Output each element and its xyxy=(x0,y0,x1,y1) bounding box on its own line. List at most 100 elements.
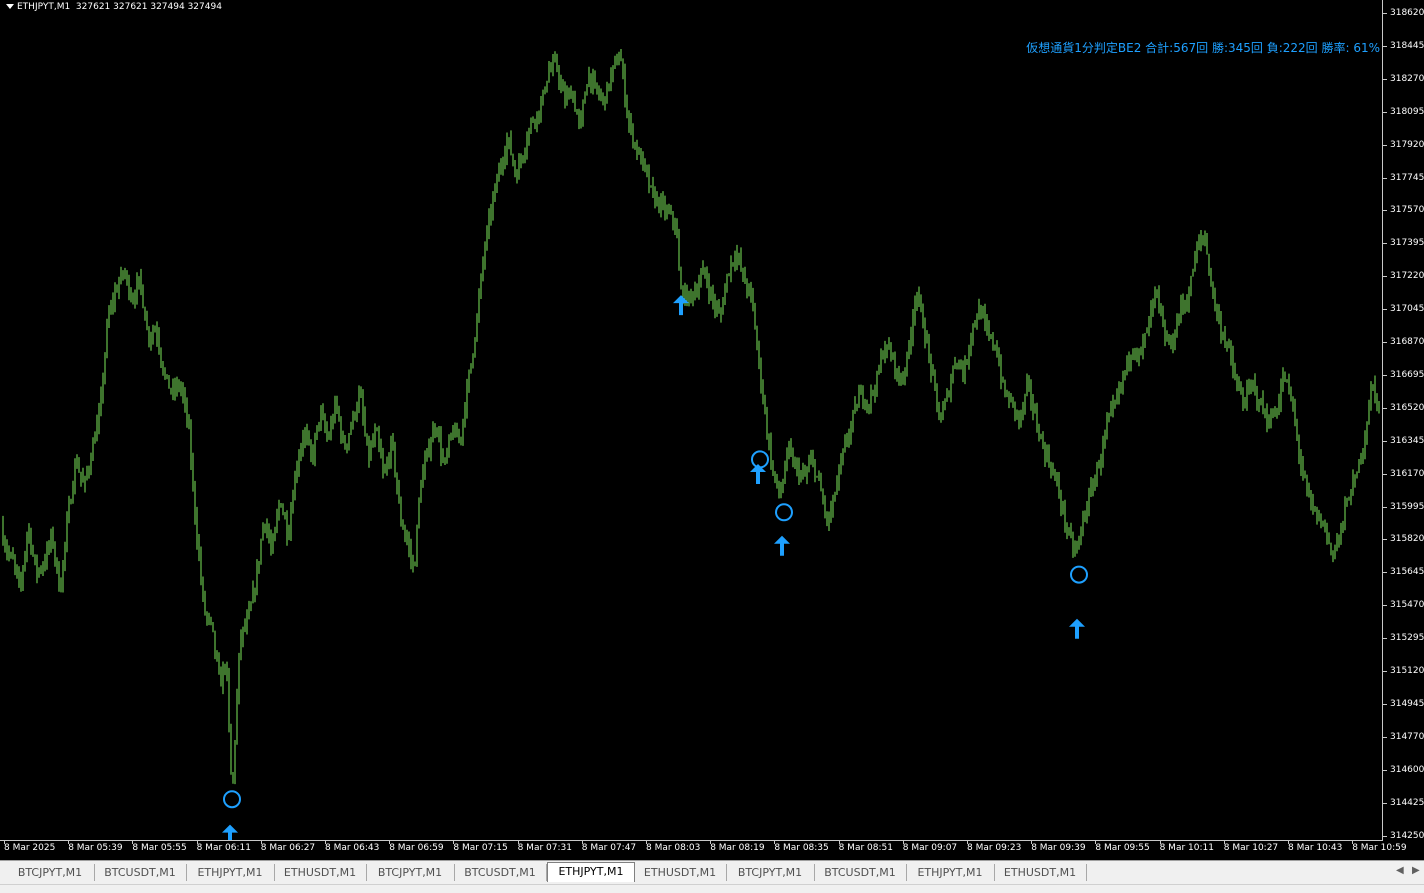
price-label: 318270 xyxy=(1390,73,1424,84)
tab-scroll-right-icon[interactable]: ▶ xyxy=(1412,865,1420,876)
price-label: 315820 xyxy=(1390,534,1424,545)
buy-signal-marker[interactable] xyxy=(1069,565,1088,639)
time-label: 8 Mar 08:19 xyxy=(710,843,765,853)
time-label: 8 Mar 06:43 xyxy=(325,843,380,853)
price-label: 314945 xyxy=(1390,698,1424,709)
chart-tab[interactable]: ETHUSDT,M1 xyxy=(634,864,727,881)
price-tick xyxy=(1383,769,1387,771)
price-label: 318445 xyxy=(1390,40,1424,51)
price-label: 316345 xyxy=(1390,435,1424,446)
ohlc-values: 327621 327621 327494 327494 xyxy=(75,2,222,12)
time-label: 8 Mar 09:55 xyxy=(1095,843,1150,853)
price-tick xyxy=(1383,835,1387,837)
price-label: 314250 xyxy=(1390,830,1424,841)
price-chart[interactable] xyxy=(0,0,1383,840)
time-label: 8 Mar 06:11 xyxy=(196,843,251,853)
price-label: 316695 xyxy=(1390,369,1424,380)
price-tick xyxy=(1383,243,1387,245)
price-label: 314770 xyxy=(1390,731,1424,742)
price-label: 317920 xyxy=(1390,139,1424,150)
price-label: 315120 xyxy=(1390,666,1424,676)
price-tick xyxy=(1383,210,1387,212)
symbol-header[interactable]: ETHJPYT,M1 327621 327621 327494 327494 xyxy=(6,2,222,12)
time-label: 8 Mar 05:55 xyxy=(132,843,187,853)
chart-window[interactable]: ETHJPYT,M1 327621 327621 327494 327494 仮… xyxy=(0,0,1424,860)
time-label: 8 Mar 07:47 xyxy=(581,843,637,853)
chart-tab[interactable]: ETHJPYT,M1 xyxy=(186,864,275,881)
buy-arrow-icon xyxy=(774,535,790,556)
signal-circle-icon xyxy=(751,450,769,469)
time-label: 8 Mar 07:31 xyxy=(517,843,572,853)
chart-tab-bar: BTCJPYT,M1 BTCUSDT,M1 ETHJPYT,M1 ETHUSDT,M1… xyxy=(0,860,1424,885)
dropdown-arrow-icon[interactable] xyxy=(6,4,14,9)
price-label: 317570 xyxy=(1390,205,1424,216)
time-label: 8 Mar 09:23 xyxy=(967,843,1022,853)
price-tick xyxy=(1383,407,1387,409)
time-label: 8 Mar 08:03 xyxy=(646,843,701,853)
signal-circle-icon xyxy=(1070,565,1088,584)
price-tick xyxy=(1383,111,1387,113)
time-label: 8 Mar 2025 xyxy=(4,843,56,853)
price-tick xyxy=(1383,802,1387,804)
symbol-name: ETHJPYT,M1 xyxy=(17,2,71,12)
price-tick xyxy=(1383,539,1387,541)
price-tick xyxy=(1383,506,1387,508)
price-label: 316520 xyxy=(1390,402,1424,413)
price-tick xyxy=(1383,144,1387,146)
price-label: 315645 xyxy=(1390,567,1424,578)
time-label: 8 Mar 08:51 xyxy=(838,843,893,853)
price-tick xyxy=(1383,45,1387,47)
chart-tab[interactable]: BTCUSDT,M1 xyxy=(94,864,187,881)
chart-tab[interactable]: BTCUSDT,M1 xyxy=(814,864,907,881)
price-tick xyxy=(1383,276,1387,278)
indicator-stats-text: 仮想通貨1分判定BE2 合計:567回 勝:345回 負:222回 勝率: 61… xyxy=(1026,41,1380,55)
time-label: 8 Mar 10:59 xyxy=(1352,843,1407,853)
chart-tab[interactable]: ETHJPYT,M1 xyxy=(906,864,995,881)
chart-tab[interactable]: BTCJPYT,M1 xyxy=(366,864,455,881)
price-tick xyxy=(1383,13,1387,14)
time-label: 8 Mar 10:43 xyxy=(1288,843,1343,853)
price-label: 317045 xyxy=(1390,304,1424,315)
time-label: 8 Mar 06:27 xyxy=(260,843,316,853)
chart-tab[interactable]: BTCJPYT,M1 xyxy=(6,864,95,881)
price-tick xyxy=(1383,671,1387,672)
chart-tab[interactable]: ETHUSDT,M1 xyxy=(994,864,1087,881)
price-label: 314600 xyxy=(1390,764,1424,775)
time-label: 8 Mar 06:59 xyxy=(389,843,444,853)
price-tick xyxy=(1383,374,1387,376)
time-label: 8 Mar 07:15 xyxy=(453,843,508,853)
price-axis-divider xyxy=(1382,0,1383,840)
buy-signal-marker[interactable] xyxy=(774,503,793,556)
time-label: 8 Mar 10:27 xyxy=(1223,843,1279,853)
price-label: 315470 xyxy=(1390,600,1424,611)
price-tick xyxy=(1383,703,1387,705)
price-tick xyxy=(1383,473,1387,475)
price-tick xyxy=(1383,605,1387,607)
price-label: 317395 xyxy=(1390,238,1424,249)
price-tick xyxy=(1383,342,1387,343)
chart-tab[interactable]: ETHUSDT,M1 xyxy=(274,864,367,881)
time-label: 8 Mar 08:35 xyxy=(774,843,829,853)
price-tick xyxy=(1383,736,1387,738)
price-label: 316870 xyxy=(1390,337,1424,347)
price-label: 318620 xyxy=(1390,8,1424,18)
buy-signal-marker[interactable] xyxy=(750,450,769,484)
buy-signal-marker[interactable] xyxy=(222,790,241,840)
price-label: 315295 xyxy=(1390,633,1424,644)
buy-arrow-icon xyxy=(222,824,238,840)
price-label: 316170 xyxy=(1390,468,1424,479)
time-axis-divider xyxy=(0,840,1383,841)
price-label: 317745 xyxy=(1390,172,1424,183)
chart-tab[interactable]: BTCUSDT,M1 xyxy=(454,864,547,881)
price-label: 314425 xyxy=(1390,797,1424,808)
chart-tab[interactable]: BTCJPYT,M1 xyxy=(726,864,815,881)
chart-tab[interactable]: ETHJPYT,M1 xyxy=(547,862,635,882)
signal-circle-icon xyxy=(775,503,793,522)
tab-scroll-left-icon[interactable]: ◀ xyxy=(1396,865,1404,876)
price-label: 317220 xyxy=(1390,271,1424,282)
price-tick xyxy=(1383,309,1387,311)
price-tick xyxy=(1383,638,1387,640)
price-tick xyxy=(1383,78,1387,80)
time-label: 8 Mar 09:39 xyxy=(1031,843,1086,853)
time-label: 8 Mar 10:11 xyxy=(1159,843,1214,853)
